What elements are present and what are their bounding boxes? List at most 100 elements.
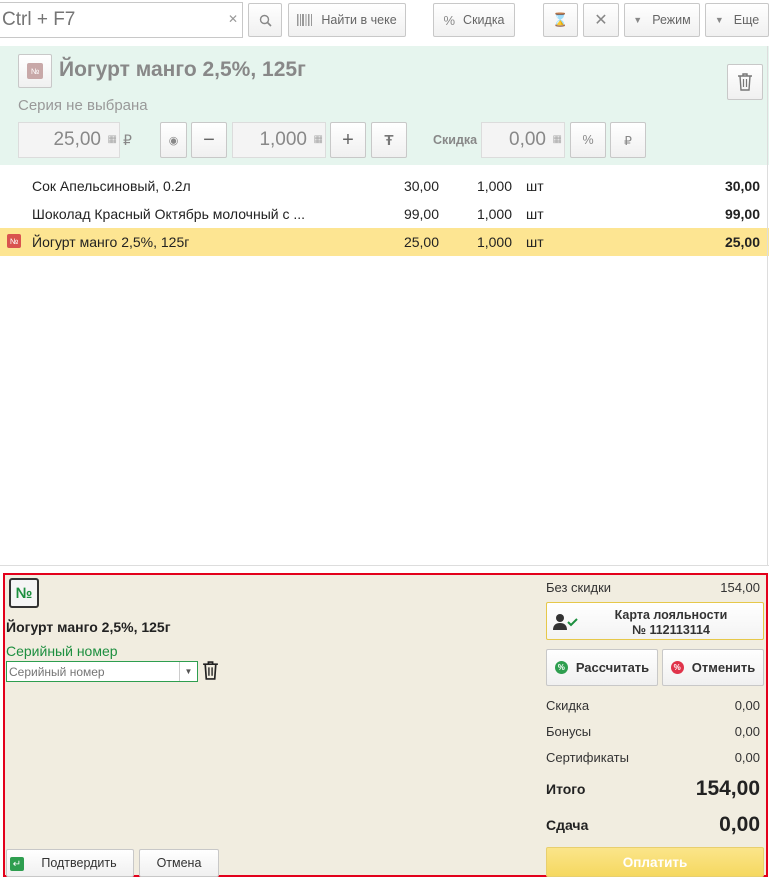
line-quantity: 1,000 [476,234,512,250]
percent-green-icon: % [554,661,568,674]
line-price: 25,00 [403,234,439,250]
discount-field[interactable]: 0,00 ▦ [481,122,565,158]
serial-required-icon: № [7,234,21,248]
line-unit: шт [526,178,544,194]
postpone-button[interactable]: ⌛ [543,3,578,37]
cancel-button[interactable]: Отмена [139,849,219,877]
change-value: 0,00 [719,813,760,836]
no-discount-value: 154,00 [720,580,760,595]
serial-item-title: Йогурт манго 2,5%, 125г [6,619,171,635]
discount-value: 0,00 [734,698,760,713]
trash-icon [738,73,752,91]
serial-number-input[interactable] [7,662,179,681]
line-price: 99,00 [403,206,439,222]
discount-button[interactable]: % Скидка [433,3,515,37]
line-quantity: 1,000 [476,206,512,222]
certificates-label: Сертификаты [546,750,629,765]
table-row[interactable]: Сок Апельсиновый, 0.2л 30,00 1,000 шт 30… [0,172,769,200]
barcode-icon [297,14,313,26]
quantity-field[interactable]: 1,000 ▦ [232,122,326,158]
find-in-receipt-button[interactable]: Найти в чеке [288,3,406,37]
total-label: Итого [546,781,586,797]
loyalty-card-title: Карта лояльности [614,608,728,622]
line-name: Йогурт манго 2,5%, 125г [32,234,190,250]
ruble-discount-button[interactable]: ₽ [610,122,646,158]
table-row-selected[interactable]: № Йогурт манго 2,5%, 125г 25,00 1,000 шт… [0,228,769,256]
calculator-icon[interactable]: ▦ [314,134,323,145]
close-icon: ✕ [594,12,608,29]
revoke-label: Отменить [691,660,756,675]
line-sum: 25,00 [724,234,760,250]
bonuses-label: Бонусы [546,724,592,739]
decrease-quantity-button[interactable]: − [191,122,227,158]
minus-icon: − [203,128,215,151]
increase-quantity-button[interactable]: + [330,122,366,158]
quantity-value: 1,000 [259,129,307,150]
price-field[interactable]: 25,00 ▦ [18,122,120,158]
loyalty-card-number: № 112113114 [632,623,710,637]
more-button[interactable]: ▼ Еще [705,3,769,37]
divider [0,565,769,566]
percent-red-icon: % [670,661,684,674]
pay-button[interactable]: Оплатить [546,847,764,877]
table-row[interactable]: Шоколад Красный Октябрь молочный с ... 9… [0,200,769,228]
triangle-down-icon: ▼ [714,15,724,25]
change-label: Сдача [546,817,589,833]
line-unit: шт [526,234,544,250]
serial-number-label: Серийный номер [6,643,118,659]
search-button[interactable] [248,3,282,37]
weight-button[interactable]: Ŧ [371,122,407,158]
line-unit: шт [526,206,544,222]
revoke-button[interactable]: % Отменить [662,649,764,686]
line-quantity: 1,000 [476,178,512,194]
total-value: 154,00 [695,777,760,800]
no-discount-label: Без скидки [546,580,612,595]
dropdown-arrow-icon[interactable]: ▼ [179,662,197,681]
loyalty-card-button[interactable]: Карта лояльности № 112113114 [546,602,764,640]
serial-number-combobox[interactable]: ▼ [6,661,198,682]
serial-number-icon: № [9,578,39,608]
calculator-icon[interactable]: ▦ [553,134,562,145]
series-status: Серия не выбрана [18,97,148,114]
scale-icon: Ŧ [384,131,394,149]
line-sum: 30,00 [724,178,760,194]
price-value: 25,00 [53,129,101,150]
cancel-receipt-button[interactable]: ✕ [583,3,619,37]
line-name: Шоколад Красный Октябрь молочный с ... [32,206,306,222]
price-currency: ₽ [123,132,132,148]
discount-label: Скидка [433,133,478,147]
calculate-label: Рассчитать [575,660,650,675]
search-input[interactable] [0,3,215,37]
clear-icon[interactable]: ✕ [228,12,238,26]
search-box: ✕ [0,2,243,38]
delete-item-button[interactable] [727,64,763,100]
percent-icon: % [443,12,456,28]
view-button[interactable]: ◉ [160,122,187,158]
cancel-label: Отмена [156,856,202,870]
calculate-button[interactable]: % Рассчитать [546,649,658,686]
mode-button-label: Режим [652,13,691,27]
clear-serial-button[interactable] [202,661,222,683]
percent-discount-button[interactable]: % [570,122,606,158]
discount-button-label: Скидка [463,13,505,27]
discount-label: Скидка [546,698,590,713]
percent-icon: % [582,133,594,147]
serial-number-icon: № [27,63,43,79]
more-button-label: Еще [733,13,760,27]
line-name: Сок Апельсиновый, 0.2л [32,178,191,194]
mode-button[interactable]: ▼ Режим [624,3,700,37]
confirm-label: Подтвердить [41,856,117,870]
item-title: Йогурт манго 2,5%, 125г [59,58,306,81]
confirm-button[interactable]: ↵ Подтвердить [6,849,134,877]
bonuses-value: 0,00 [734,724,760,739]
serial-number-button[interactable]: № [18,54,52,88]
discount-value: 0,00 [509,129,546,150]
triangle-down-icon: ▼ [633,15,643,25]
current-item-panel: № Йогурт манго 2,5%, 125г Серия не выбра… [0,46,769,165]
serial-number-panel: № Йогурт манго 2,5%, 125г Серийный номер… [3,573,768,877]
eye-icon: ◉ [168,134,179,147]
plus-icon: + [342,128,354,151]
search-icon [259,14,272,27]
find-in-receipt-label: Найти в чеке [321,13,397,27]
calculator-icon[interactable]: ▦ [108,134,117,145]
